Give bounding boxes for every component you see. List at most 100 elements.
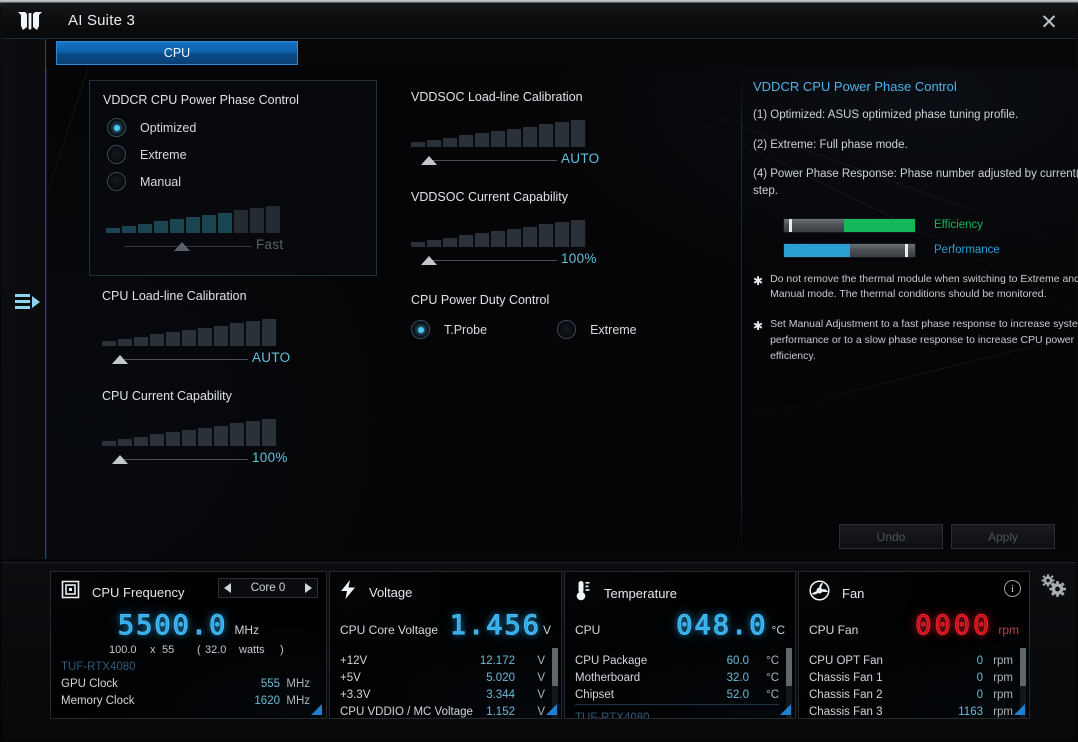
voltage-title: Voltage [369,584,413,600]
wedge-segment [507,128,522,147]
tuf-shield-logo [10,6,50,36]
slider-cpu-current-handle[interactable] [112,455,128,464]
close-icon[interactable]: ✕ [1036,9,1062,35]
phase-response-slider[interactable]: Fast [106,199,291,257]
menu-expand-icon[interactable] [14,289,42,315]
temperature-big-value: 048.0 [676,610,768,642]
radio-manual[interactable]: Manual [107,172,181,191]
fan-readout: CPU Fan 0000 rpm [809,610,1019,642]
row-unit: rpm [993,705,1013,718]
meter-performance-bar [783,242,916,258]
slider-cpu-loadline-title: CPU Load-line Calibration [102,289,247,303]
row-unit: V [537,654,545,667]
wedge-segment [475,233,490,247]
row-name: CPU OPT Fan [809,654,883,667]
list-item: CPU VDDIO / MC Voltage 1.152 V [340,703,545,718]
radio-tprobe[interactable]: T.Probe [411,320,487,339]
list-item: Chassis Fan 3 1163 rpm [809,703,1013,718]
wedge-segment [202,214,217,233]
title-bar: AI Suite 3 ✕ [2,3,1076,39]
slider-cpu-loadline[interactable]: CPU Load-line Calibration AUTO [102,289,290,370]
wedge-segment [491,231,506,247]
slider-vddsoc-loadline-track[interactable] [429,160,557,161]
slider-cpu-loadline-track[interactable] [120,359,248,360]
row-value: 5.020 [486,671,515,684]
row-unit: V [537,671,545,684]
cpu-frequency-readout: 5500.0 MHz [61,610,316,642]
wedge-segment [150,434,165,446]
meter-efficiency: Efficiency [783,217,1078,233]
help-note-1-text: Do not remove the thermal module when sw… [770,272,1078,301]
vddcr-phase-group: VDDCR CPU Power Phase Control Optimized … [89,80,377,276]
slider-cpu-current[interactable]: CPU Current Capability 100% [102,389,287,470]
watts-open-paren: ( [197,644,201,656]
resize-corner-icon[interactable] [1014,704,1025,715]
slider-vddsoc-loadline-handle[interactable] [421,156,437,165]
row-unit: °C [766,654,779,667]
wedge-segment [170,219,185,233]
slider-vddsoc-current-track[interactable] [429,260,557,261]
wedge-segment [198,427,213,446]
radio-duty-extreme[interactable]: Extreme [557,320,637,339]
slider-vddsoc-current-handle[interactable] [421,256,437,265]
list-item: +3.3V 3.344 V [340,686,545,703]
cpu-frequency-unit: MHz [234,623,260,637]
list-item: Chipset 52.0 °C [575,686,779,703]
resize-corner-icon[interactable] [780,704,791,715]
wedge-segment [154,221,169,233]
wedge-segment [555,122,570,147]
cpu-watts-unit: watts [239,644,265,656]
radio-dot-tprobe [411,320,430,339]
voltage-big-value: 1.456 [449,610,541,642]
temperature-divider [575,704,779,705]
slider-vddsoc-loadline-title: VDDSOC Load-line Calibration [411,90,583,104]
panel-cpu-frequency: CPU Frequency Core 0 5500.0 MHz 100.0 x … [50,571,327,719]
radio-dot-optimized [107,118,126,137]
wedge-segment [134,436,149,446]
slider-cpu-loadline-handle[interactable] [112,355,128,364]
panel-fan: Fan i CPU Fan 0000 rpm CPU OPT Fan 0 rpm… [798,571,1030,719]
row-unit: rpm [993,654,1013,667]
temperature-header: Temperature [575,580,677,606]
apply-button[interactable]: Apply [951,524,1055,549]
resize-corner-icon[interactable] [546,704,557,715]
fan-header: Fan [809,580,864,606]
info-icon[interactable]: i [1004,580,1021,597]
core-selector[interactable]: Core 0 [218,578,318,598]
vddcr-phase-group-title: VDDCR CPU Power Phase Control [103,93,299,107]
phase-response-handle[interactable] [174,242,190,251]
slider-vddsoc-current[interactable]: VDDSOC Current Capability 100% [411,190,596,271]
voltage-readout: CPU Core Voltage 1.456 V [340,610,551,642]
row-name: +3.3V [340,688,371,701]
voltage-header: Voltage [340,580,412,604]
star-icon: ✱ [753,273,764,288]
row-value: 12.172 [479,654,515,667]
help-paragraph-1: (1) Optimized: ASUS optimized phase tuni… [753,109,1019,121]
help-paragraph-3: (4) Power Phase Response: Phase number a… [753,168,1078,198]
gears-icon[interactable] [1040,573,1068,604]
help-note-2-text: Set Manual Adjustment to a fast phase re… [770,318,1078,362]
resize-corner-icon[interactable] [311,704,322,715]
wedge-segment [134,336,149,346]
row-name: Memory Clock [61,694,135,707]
slider-vddsoc-loadline-wedge [411,113,596,147]
chevron-right-icon[interactable] [305,583,312,593]
undo-button[interactable]: Undo [839,524,943,549]
slider-cpu-current-track[interactable] [120,459,248,460]
radio-extreme[interactable]: Extreme [107,145,187,164]
radio-optimized[interactable]: Optimized [107,118,196,137]
voltage-big-unit: V [542,623,551,637]
radio-dot-extreme [107,145,126,164]
wedge-segment [246,321,261,346]
slider-cpu-loadline-wedge [102,312,287,346]
cpu-frequency-title: CPU Frequency [92,584,185,600]
chevron-left-icon[interactable] [224,583,231,593]
wedge-segment [246,421,261,446]
wedge-segment [411,142,426,147]
wedge-segment [262,319,277,346]
wedge-segment [443,237,458,247]
row-unit: rpm [993,688,1013,701]
slider-vddsoc-loadline[interactable]: VDDSOC Load-line Calibration AUTO [411,90,599,171]
list-item: Motherboard 32.0 °C [575,669,779,686]
tab-cpu[interactable]: CPU [56,41,298,65]
